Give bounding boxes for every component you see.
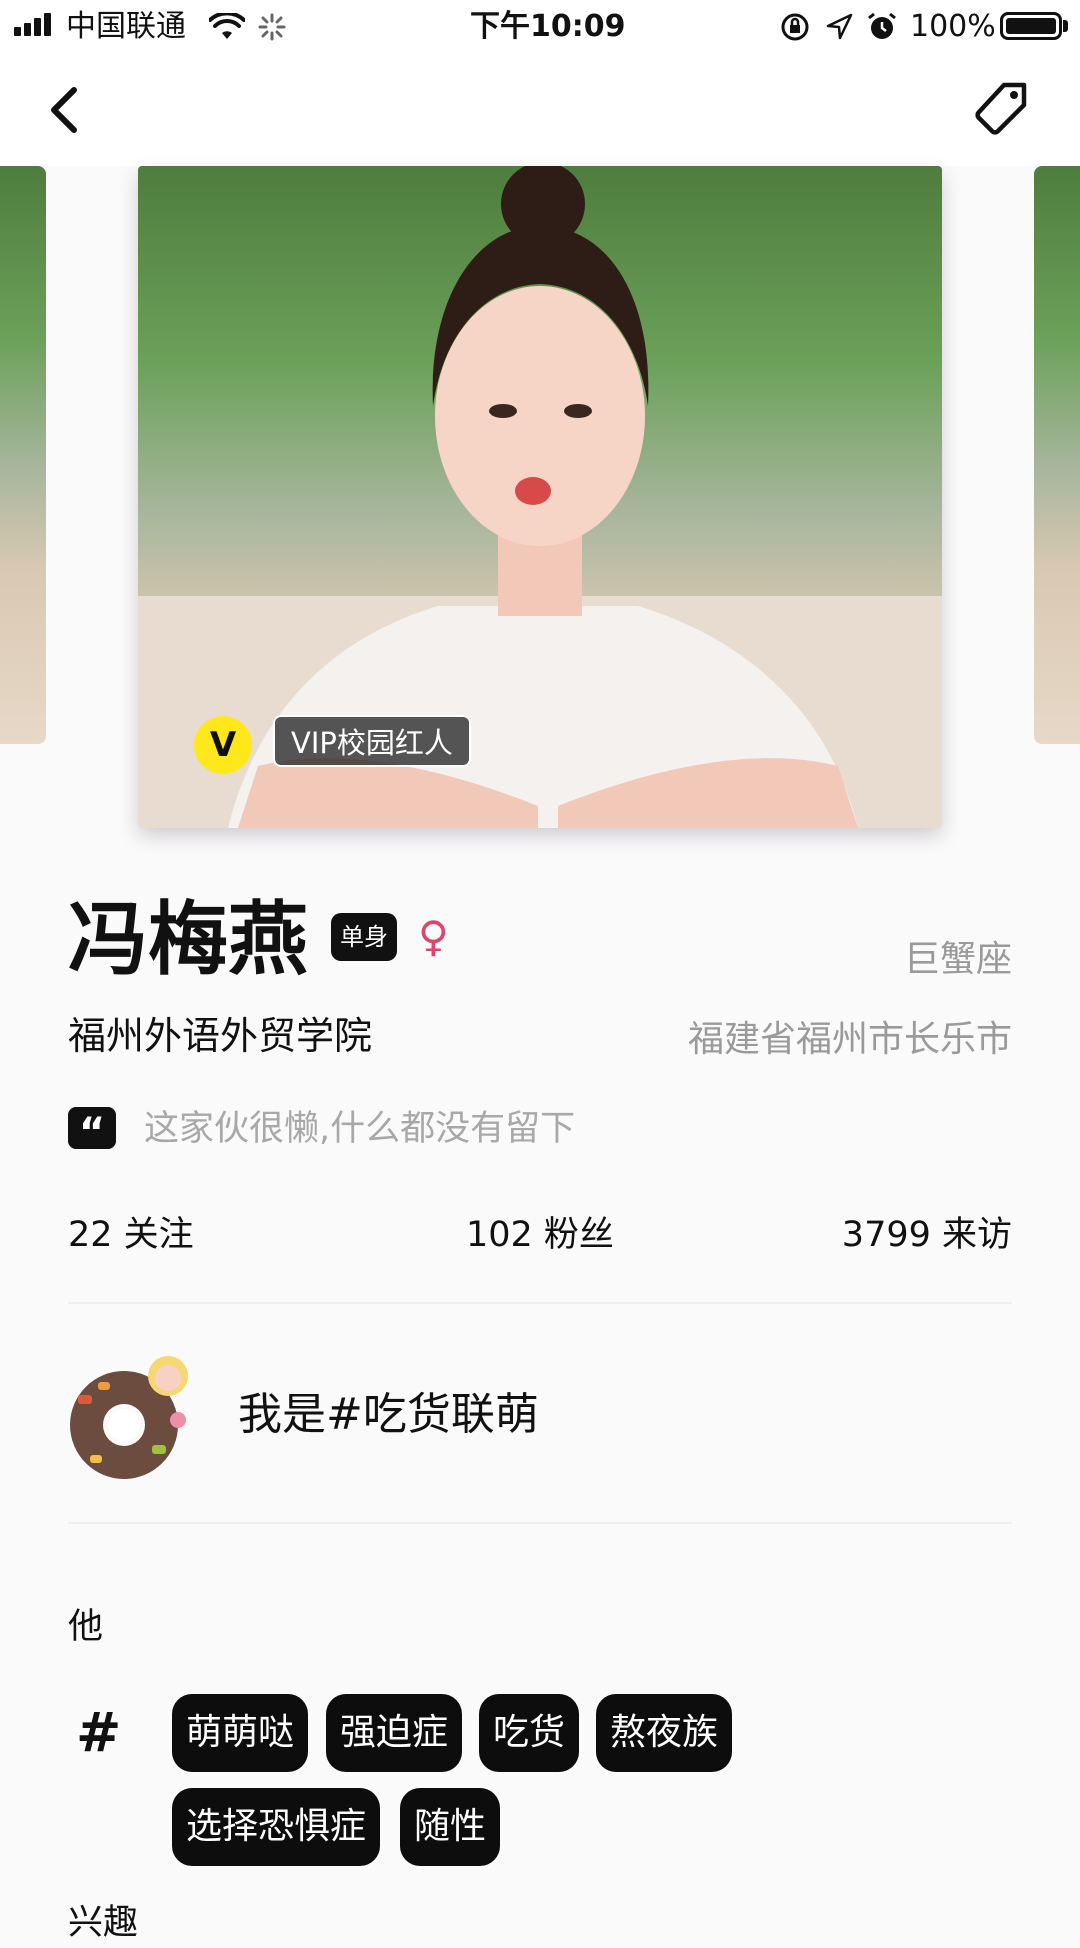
tag-chip[interactable]: 选择恐惧症 xyxy=(172,1788,381,1866)
school-label: 福州外语外贸学院 xyxy=(68,1014,373,1058)
female-icon: ♀ xyxy=(418,912,449,961)
vip-label: VIP校园红人 xyxy=(273,715,471,767)
carousel-photo-previous[interactable] xyxy=(0,166,46,744)
quote-icon: “ xyxy=(68,1107,116,1156)
visitors-count[interactable]: 3799 来访 xyxy=(842,1210,1012,1260)
tag-chip[interactable]: 熬夜族 xyxy=(596,1694,733,1772)
tag-chip[interactable]: 随性 xyxy=(400,1788,501,1866)
donut-badge-icon xyxy=(70,1356,188,1479)
bio-text: 这家伙很懒,什么都没有留下 xyxy=(144,1109,576,1149)
profile-name: 冯梅燕 xyxy=(68,893,308,986)
interests-section-label: 兴趣 xyxy=(68,1903,139,1943)
status-bar: 中国联通 下午10:09 100% xyxy=(0,0,1080,54)
carousel-photo-next[interactable] xyxy=(1034,166,1080,744)
carrier-label: 中国联通 xyxy=(66,9,186,44)
tag-chip[interactable]: 吃货 xyxy=(479,1694,580,1772)
battery-percent: 100% xyxy=(910,9,996,44)
tag-chip[interactable]: 强迫症 xyxy=(326,1694,463,1772)
tag-chip[interactable]: 萌萌哒 xyxy=(172,1694,309,1772)
relationship-status-badge: 单身 xyxy=(331,913,397,961)
badge-text[interactable]: 我是#吃货联萌 xyxy=(238,1385,539,1445)
tags-section-label: 他 xyxy=(68,1607,104,1647)
signal-icon xyxy=(14,0,60,54)
back-arrow-icon[interactable] xyxy=(44,84,88,136)
battery-icon xyxy=(1000,12,1062,40)
alarm-icon xyxy=(868,12,896,39)
divider xyxy=(68,1302,1012,1304)
battery-nub xyxy=(1063,20,1068,32)
nav-bar xyxy=(0,54,1080,166)
location-arrow-icon xyxy=(826,13,853,40)
rotation-lock-icon xyxy=(781,13,809,41)
status-time: 下午10:09 xyxy=(470,9,626,44)
location-label: 福建省福州市长乐市 xyxy=(687,1019,1012,1060)
wifi-icon xyxy=(209,13,245,39)
following-count[interactable]: 22 关注 xyxy=(68,1210,194,1260)
divider xyxy=(68,1522,1012,1524)
followers-count[interactable]: 102 粉丝 xyxy=(466,1210,614,1260)
hash-icon: # xyxy=(76,1701,122,1764)
profile-photo-illustration xyxy=(138,166,942,828)
zodiac-label: 巨蟹座 xyxy=(903,939,1012,980)
loading-spinner-icon xyxy=(258,13,286,41)
profile-photo[interactable] xyxy=(138,166,942,828)
vip-icon: V xyxy=(194,716,252,774)
tag-icon[interactable] xyxy=(972,80,1030,138)
